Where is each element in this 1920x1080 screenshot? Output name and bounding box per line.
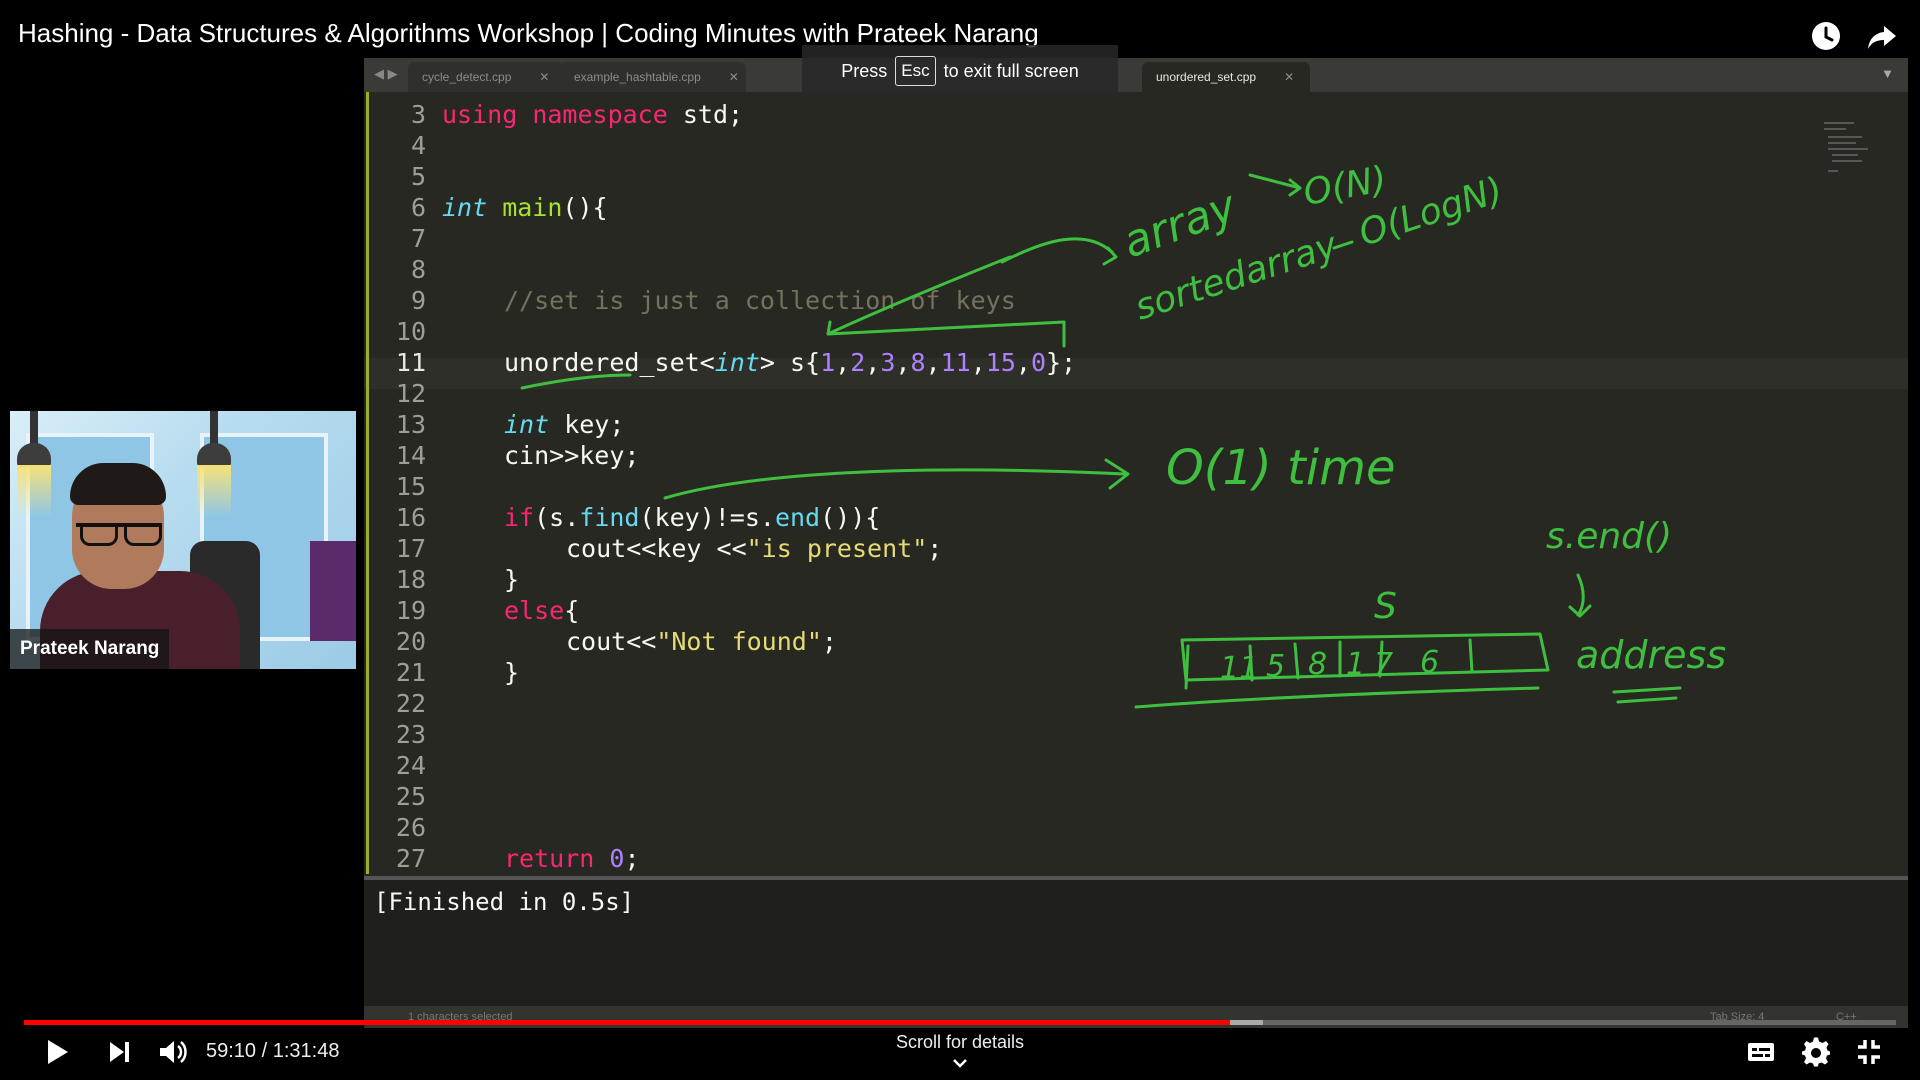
tab-unordered-set[interactable]: unordered_set.cpp ✕	[1142, 62, 1310, 92]
seek-bar[interactable]	[24, 1020, 1896, 1025]
code-line-14: cin>>key;	[504, 441, 640, 470]
volume-icon[interactable]	[156, 1036, 190, 1068]
code-line-3: using namespace std;	[442, 100, 744, 129]
chevron-down-icon[interactable]	[950, 1054, 970, 1074]
line-number: 10	[395, 317, 426, 346]
line-number: 27	[395, 844, 426, 873]
line-number: 22	[395, 689, 426, 718]
watch-later-icon[interactable]	[1810, 20, 1842, 52]
line-number: 13	[395, 410, 426, 439]
code-area[interactable]: 3 4 5 6 7 8 9 10 11 12 13 14 15 16 17 18 19 20 21 22 23 24 25 2…	[364, 92, 1908, 904]
code-line-17: cout<<key <<"is present";	[566, 534, 943, 563]
minimap[interactable]	[1822, 120, 1870, 210]
presenter-webcam: Prateek Narang	[10, 411, 356, 669]
line-number: 4	[410, 131, 426, 160]
code-line-21: }	[504, 658, 520, 687]
line-number: 11	[395, 348, 426, 377]
tab-label: cycle_detect.cpp	[422, 70, 512, 84]
line-number: 15	[395, 472, 426, 501]
settings-gear-icon[interactable]	[1800, 1036, 1832, 1068]
code-line-26: return 0;	[504, 844, 640, 873]
code-line-18: }	[504, 565, 520, 594]
subtitles-icon[interactable]	[1746, 1036, 1776, 1068]
line-number: 23	[395, 720, 426, 749]
share-icon[interactable]	[1866, 22, 1898, 52]
line-number: 12	[395, 379, 426, 408]
presenter-name-label: Prateek Narang	[10, 629, 170, 669]
code-line-11: unordered_set<int> s{1,2,3,8,11,15,0};	[504, 348, 1077, 377]
line-number: 7	[410, 224, 426, 253]
editor-tab-bar: ◀ ▶ cycle_detect.cpp ✕ example_hashtable.…	[364, 58, 1908, 92]
exit-fullscreen-icon[interactable]	[1854, 1036, 1884, 1068]
fullscreen-exit-hint: Press Esc to exit full screen	[802, 45, 1118, 97]
code-line-9: //set is just a collection of keys	[504, 286, 1016, 315]
line-number: 19	[395, 596, 426, 625]
play-icon[interactable]	[42, 1036, 72, 1068]
time-display: 59:10 / 1:31:48	[206, 1040, 340, 1062]
build-output-text: [Finished in 0.5s]	[374, 888, 635, 916]
code-line-16: if(s.find(key)!=s.end()){	[504, 503, 881, 532]
tab-example-hashtable[interactable]: example_hashtable.cpp ✕	[560, 62, 746, 92]
code-line-13: int key;	[504, 410, 625, 439]
line-number: 6	[410, 193, 426, 222]
tab-dropdown-icon[interactable]: ▼	[1881, 66, 1894, 81]
tab-label: unordered_set.cpp	[1156, 70, 1257, 84]
line-number: 26	[395, 813, 426, 842]
line-number: 17	[395, 534, 426, 563]
line-number: 18	[395, 565, 426, 594]
line-number: 20	[395, 627, 426, 656]
line-number: 16	[395, 503, 426, 532]
line-number: 3	[410, 100, 426, 129]
close-icon[interactable]: ✕	[1284, 70, 1294, 84]
build-output-panel[interactable]: [Finished in 0.5s]	[364, 876, 1908, 1010]
tab-label: example_hashtable.cpp	[574, 70, 701, 84]
code-line-6: int main(){	[442, 193, 608, 222]
line-number: 5	[410, 162, 426, 191]
line-number: 21	[395, 658, 426, 687]
tab-nav-arrows-icon[interactable]: ◀ ▶	[374, 66, 398, 82]
tab-cycle-detect[interactable]: cycle_detect.cpp ✕	[408, 62, 564, 92]
gutter-change-bar	[366, 92, 369, 874]
scroll-for-details[interactable]: Scroll for details	[880, 1032, 1040, 1053]
hint-suffix: to exit full screen	[943, 60, 1079, 81]
line-number: 25	[395, 782, 426, 811]
played-indicator	[24, 1020, 1230, 1025]
close-icon[interactable]: ✕	[539, 70, 549, 84]
line-number: 9	[410, 286, 426, 315]
line-number: 24	[395, 751, 426, 780]
next-video-icon[interactable]	[104, 1036, 134, 1068]
code-line-20: cout<<"Not found";	[566, 627, 837, 656]
line-number: 14	[395, 441, 426, 470]
esc-key-badge: Esc	[895, 56, 936, 86]
close-icon[interactable]: ✕	[729, 70, 739, 84]
code-line-19: else{	[504, 596, 580, 625]
line-number: 8	[410, 255, 426, 284]
code-editor[interactable]: ◀ ▶ cycle_detect.cpp ✕ example_hashtable.…	[364, 58, 1908, 1028]
player-controls: 59:10 / 1:31:48 Scroll for details	[0, 1030, 1920, 1080]
hint-prefix: Press	[841, 60, 888, 81]
